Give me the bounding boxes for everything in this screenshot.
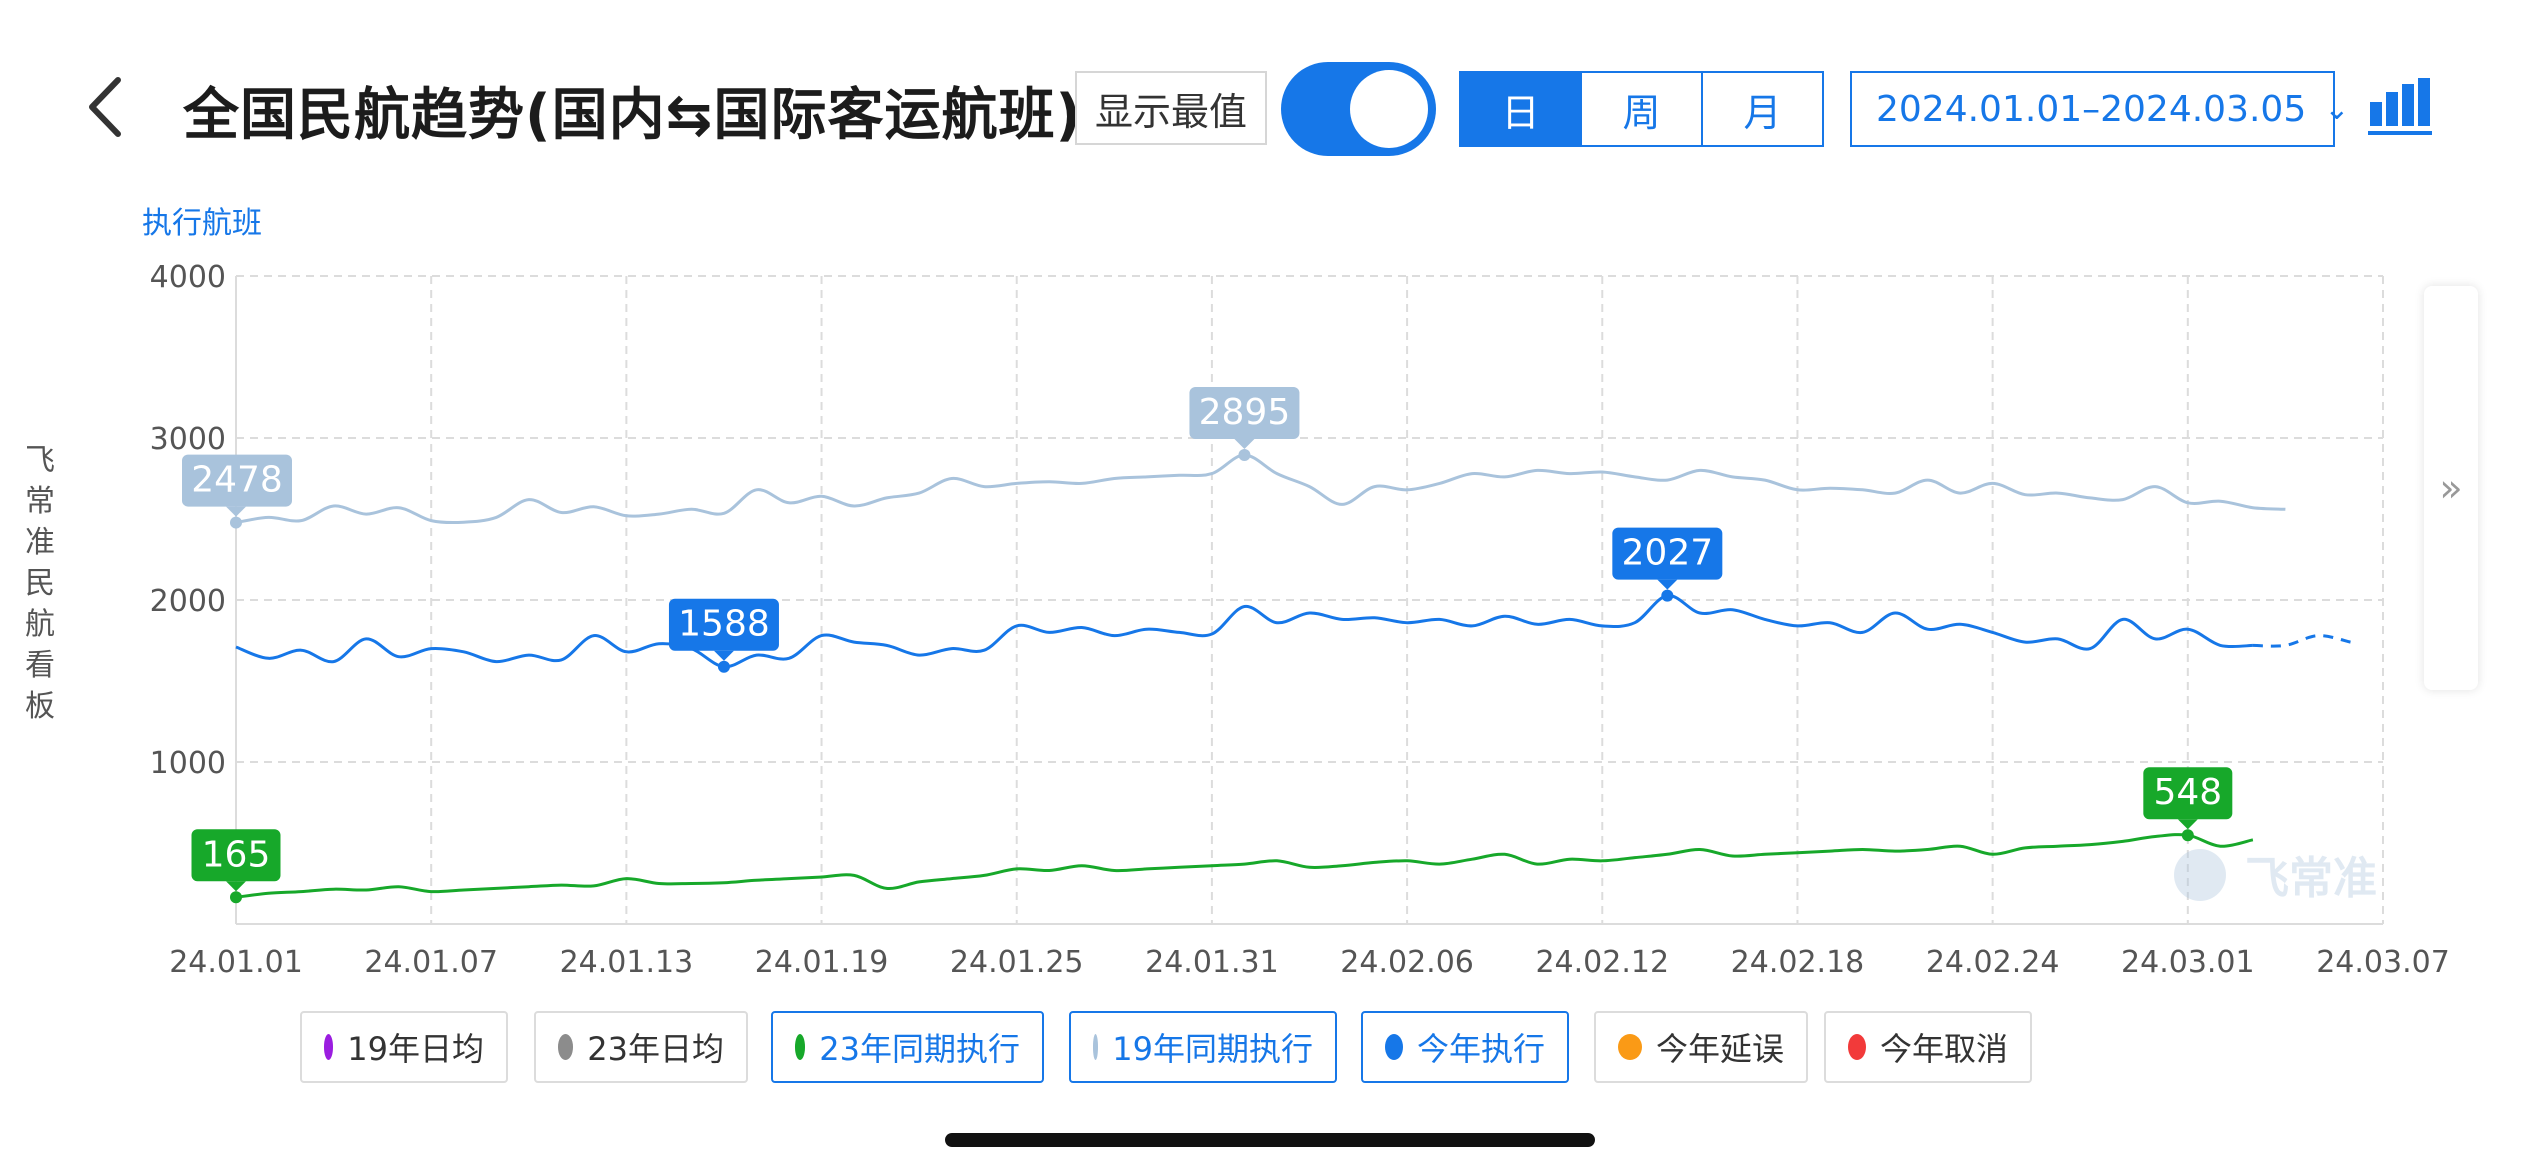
- x-tick-label: 24.01.19: [755, 945, 889, 980]
- x-tick-label: 24.02.12: [1535, 945, 1669, 980]
- legend-dot-icon: [558, 1034, 574, 1060]
- legend-label: 今年取消: [1879, 1030, 2008, 1068]
- extreme-labels: 2478 2895 1588 2027 165 548: [182, 387, 2233, 904]
- legend-label: 今年执行: [1416, 1030, 1545, 1068]
- legend-item-19-same-period[interactable]: 19年同期执行: [1069, 1011, 1337, 1083]
- extreme-label-text: 2478: [191, 460, 283, 501]
- x-tick-label: 24.01.07: [364, 945, 498, 980]
- extreme-label-pointer: [226, 506, 246, 517]
- extreme-label-pointer: [1234, 439, 1255, 450]
- legend-label: 19年同期执行: [1112, 1030, 1313, 1068]
- extreme-point: [230, 516, 242, 529]
- extreme-point: [230, 891, 242, 904]
- x-tick-label: 24.01.01: [169, 945, 303, 980]
- extreme-label-pointer: [2177, 819, 2198, 830]
- extreme-point: [2181, 829, 2194, 842]
- legend-item-this-year[interactable]: 今年执行: [1361, 1011, 1569, 1083]
- legend-dot-icon: [795, 1034, 806, 1060]
- extreme-label-text: 1588: [678, 604, 770, 645]
- x-tick-label: 24.02.18: [1731, 945, 1865, 980]
- extreme-label-text: 548: [2153, 772, 2222, 813]
- legend-label: 23年日均: [587, 1030, 724, 1068]
- legend-item-this-year-delay[interactable]: 今年延误: [1594, 1011, 1808, 1083]
- y-axis-title: 执行航班: [142, 206, 262, 241]
- x-tick-label: 24.01.31: [1145, 945, 1279, 980]
- series-1: [235, 594, 2351, 669]
- x-axis-ticks: 24.01.01 24.01.07 24.01.13 24.01.19 24.01.25…: [169, 945, 2450, 980]
- flight-trend-chart: 执行航班 4000300020001000 24.01.01 24.01.07 24…: [142, 206, 2450, 980]
- legend-dot-icon: [1618, 1034, 1642, 1060]
- legend-dot-icon: [324, 1034, 334, 1060]
- y-tick-label: 4000: [150, 260, 226, 295]
- legend-dot-icon: [1093, 1034, 1099, 1060]
- chart-grid: [235, 275, 2384, 925]
- legend-label: 今年延误: [1655, 1030, 1784, 1068]
- series-line: [235, 833, 2254, 899]
- legend-dot-icon: [1848, 1034, 1866, 1060]
- series-0: [235, 453, 2286, 525]
- extreme-point: [1661, 589, 1674, 602]
- x-tick-label: 24.03.01: [2121, 945, 2255, 980]
- y-tick-label: 1000: [150, 746, 226, 781]
- legend-dot-icon: [1385, 1034, 1403, 1060]
- x-tick-label: 24.01.13: [560, 945, 694, 980]
- legend-item-19-daily-avg[interactable]: 19年日均: [300, 1011, 508, 1083]
- series-forecast-line: [2252, 634, 2351, 648]
- extreme-point: [717, 660, 730, 673]
- series-line: [235, 453, 2286, 525]
- extreme-label-pointer: [713, 650, 734, 661]
- extreme-label-pointer: [1657, 579, 1678, 590]
- y-tick-label: 2000: [150, 584, 226, 619]
- y-axis-ticks: 4000 3000 2000 1000: [150, 260, 226, 781]
- home-indicator[interactable]: [945, 1133, 1595, 1147]
- extreme-label-text: 2027: [1622, 533, 1714, 574]
- watermark-text: 飞常准: [2245, 853, 2377, 904]
- legend-item-23-daily-avg[interactable]: 23年日均: [534, 1011, 748, 1083]
- extreme-label-text: 2895: [1199, 392, 1291, 433]
- series-2: [235, 833, 2254, 899]
- x-tick-label: 24.03.07: [2316, 945, 2450, 980]
- series-layer: [235, 453, 2351, 899]
- y-tick-label: 3000: [150, 422, 226, 457]
- x-tick-label: 24.02.06: [1340, 945, 1474, 980]
- extreme-point: [1238, 449, 1251, 462]
- legend-label: 19年日均: [347, 1030, 484, 1068]
- x-tick-label: 24.02.24: [1926, 945, 2060, 980]
- watermark-logo: 飞常准: [2174, 849, 2377, 904]
- extreme-label-pointer: [226, 881, 246, 892]
- extreme-label-text: 165: [202, 834, 271, 875]
- x-tick-label: 24.01.25: [950, 945, 1084, 980]
- legend-item-23-same-period[interactable]: 23年同期执行: [771, 1011, 1044, 1083]
- series-line: [235, 594, 2253, 669]
- legend-item-this-year-cancel[interactable]: 今年取消: [1824, 1011, 2032, 1083]
- legend-label: 23年同期执行: [819, 1030, 1020, 1068]
